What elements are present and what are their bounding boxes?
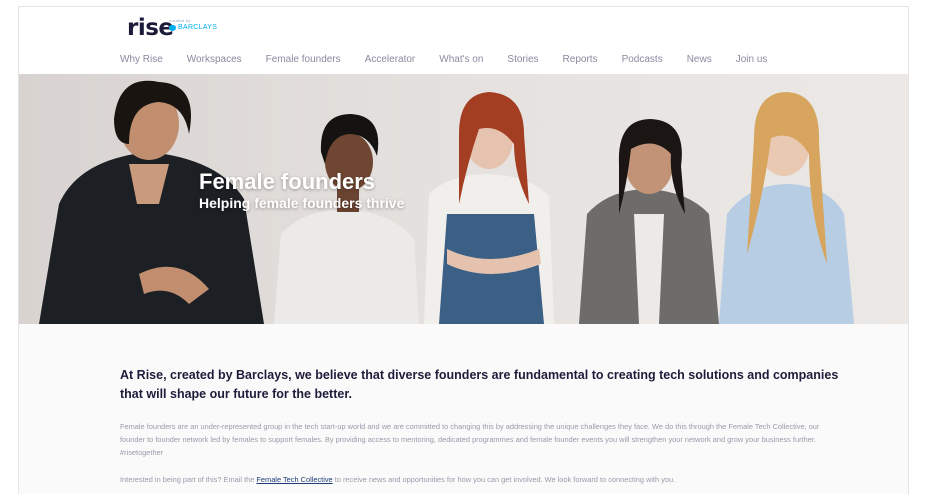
cta-text-before: Interested in being part of this? Email … [120, 475, 257, 484]
barclays-eagle-icon [169, 24, 176, 31]
person-2-figure [274, 114, 419, 324]
nav-item-news[interactable]: News [675, 54, 724, 66]
person-3-figure [424, 92, 554, 324]
barclays-logo[interactable]: BARCLAYS [169, 24, 217, 31]
intro-paragraph: Female founders are an under-represented… [120, 422, 820, 457]
main-nav: Why Rise Workspaces Female founders Acce… [120, 54, 779, 66]
nav-item-join-us[interactable]: Join us [724, 54, 780, 66]
cta-text-after: to receive news and opportunities for ho… [332, 475, 676, 484]
nav-item-why-rise[interactable]: Why Rise [120, 54, 175, 66]
created-by-label: created by [169, 18, 191, 23]
nav-item-podcasts[interactable]: Podcasts [610, 54, 675, 66]
cta-line: Interested in being part of this? Email … [120, 474, 850, 486]
nav-item-whats-on[interactable]: What's on [427, 54, 495, 66]
site-header: rise created by BARCLAYS Why Rise Worksp… [19, 7, 908, 73]
intro-statement: At Rise, created by Barclays, we believe… [120, 368, 839, 401]
nav-item-reports[interactable]: Reports [551, 54, 610, 66]
hero-title: Female founders [199, 169, 376, 194]
rise-logo[interactable]: rise [127, 15, 174, 41]
browser-page: rise created by BARCLAYS Why Rise Worksp… [18, 6, 909, 494]
hero-subtitle: Helping female founders thrive [199, 195, 405, 211]
nav-item-accelerator[interactable]: Accelerator [353, 54, 428, 66]
person-5-figure [719, 92, 854, 324]
intro-section: At Rise, created by Barclays, we believe… [19, 324, 908, 494]
barclays-wordmark: BARCLAYS [178, 24, 218, 31]
hero-banner: Female founders Helping female founders … [19, 74, 908, 324]
nav-item-workspaces[interactable]: Workspaces [175, 54, 254, 66]
hero-photo [39, 80, 854, 324]
person-4-figure [579, 119, 719, 324]
female-tech-collective-link[interactable]: Female Tech Collective [256, 475, 332, 484]
nav-item-stories[interactable]: Stories [495, 54, 550, 66]
nav-item-female-founders[interactable]: Female founders [254, 54, 353, 66]
